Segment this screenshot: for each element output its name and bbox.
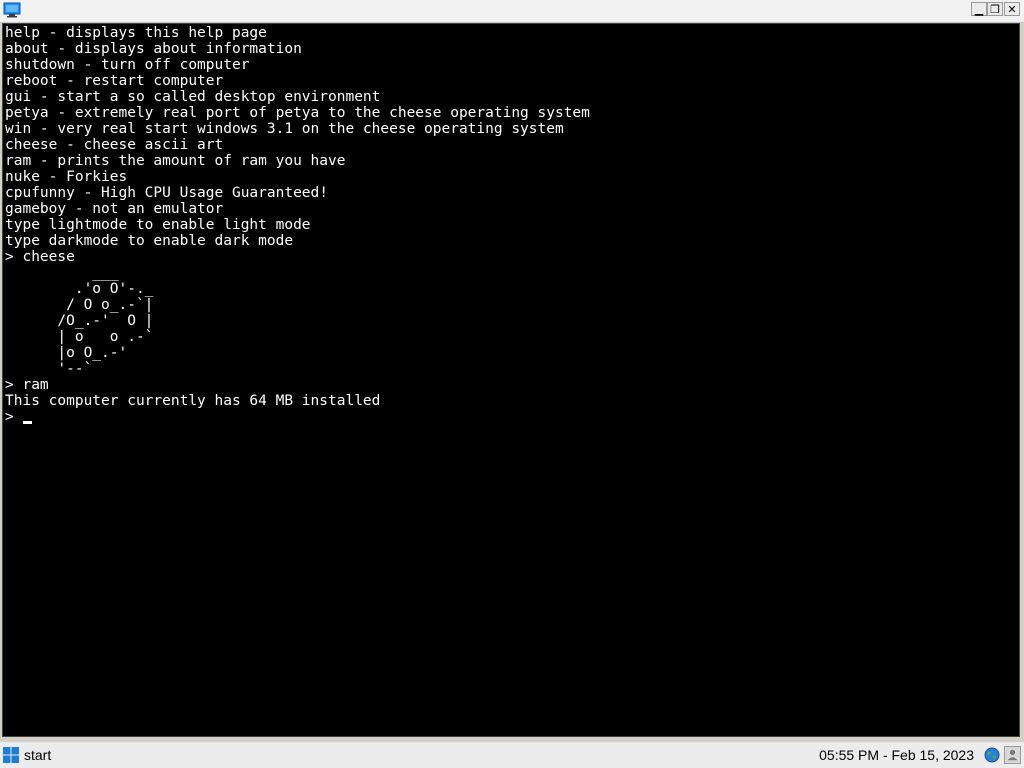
terminal-line: ram - prints the amount of ram you have bbox=[5, 153, 346, 169]
terminal-output: help - displays this help page about - di… bbox=[5, 25, 590, 409]
terminal-line: cheese - cheese ascii art bbox=[5, 137, 224, 153]
restore-icon: ❐ bbox=[990, 2, 1000, 16]
terminal-line: > cheese bbox=[5, 249, 75, 265]
terminal-line: This computer currently has 64 MB instal… bbox=[5, 393, 381, 409]
terminal-line: petya - extremely real port of petya to … bbox=[5, 105, 590, 121]
terminal-line: reboot - restart computer bbox=[5, 73, 224, 89]
terminal-line: help - displays this help page bbox=[5, 25, 267, 41]
terminal-line: cpufunny - High CPU Usage Guaranteed! bbox=[5, 185, 329, 201]
terminal-line: type lightmode to enable light mode bbox=[5, 217, 311, 233]
terminal-line: shutdown - turn off computer bbox=[5, 57, 250, 73]
start-label: start bbox=[24, 747, 52, 763]
close-icon: ✕ bbox=[1007, 2, 1017, 16]
user-icon[interactable] bbox=[1004, 746, 1021, 764]
window-titlebar[interactable]: ▁ ❐ ✕ bbox=[0, 0, 1024, 23]
terminal-line: gui - start a so called desktop environm… bbox=[5, 89, 381, 105]
terminal-window[interactable]: help - displays this help page about - di… bbox=[2, 23, 1020, 737]
terminal-line: about - displays about information bbox=[5, 41, 302, 57]
taskbar: start 05:55 PM - Feb 15, 2023 bbox=[0, 741, 1024, 768]
terminal-line: win - very real start windows 3.1 on the… bbox=[5, 121, 564, 137]
terminal-line: '--` bbox=[5, 361, 93, 377]
terminal-line: ___ bbox=[5, 265, 119, 281]
prompt-symbol: > bbox=[5, 409, 14, 425]
terminal-line: | o o .-` bbox=[5, 329, 154, 345]
monitor-icon bbox=[3, 2, 21, 18]
maximize-button[interactable]: ❐ bbox=[987, 2, 1003, 16]
close-button[interactable]: ✕ bbox=[1004, 2, 1020, 16]
terminal-line: > ram bbox=[5, 377, 49, 393]
terminal-line: .'o O'-._ bbox=[5, 281, 154, 297]
minimize-button[interactable]: ▁ bbox=[971, 2, 987, 16]
terminal-line: /O_.-' O | bbox=[5, 313, 154, 329]
desktop-screen: ▁ ❐ ✕ help - displays this help page abou… bbox=[0, 0, 1024, 768]
terminal-line: gameboy - not an emulator bbox=[5, 201, 224, 217]
text-cursor bbox=[23, 421, 32, 424]
minimize-icon: ▁ bbox=[974, 2, 984, 16]
windows-logo-icon bbox=[3, 747, 19, 763]
terminal-line: / O o_.-`| bbox=[5, 297, 154, 313]
terminal-line: |o O_.-' bbox=[5, 345, 128, 361]
terminal-line: nuke - Forkies bbox=[5, 169, 128, 185]
globe-icon[interactable] bbox=[984, 747, 1000, 763]
start-button[interactable]: start bbox=[0, 742, 51, 768]
terminal-line: type darkmode to enable dark mode bbox=[5, 233, 294, 249]
clock[interactable]: 05:55 PM - Feb 15, 2023 bbox=[819, 742, 974, 768]
